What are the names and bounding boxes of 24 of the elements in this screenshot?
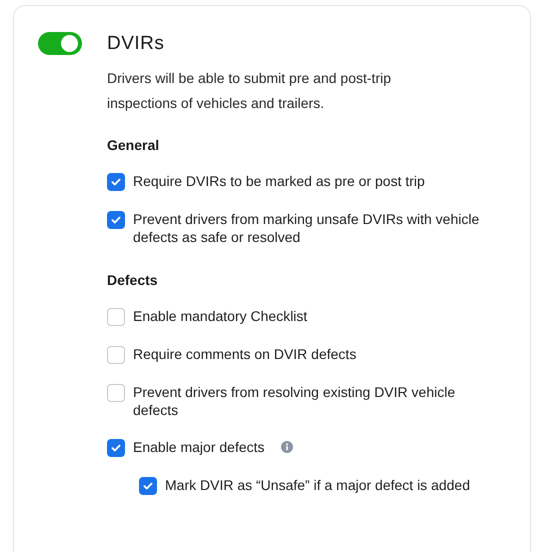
check-icon	[110, 442, 122, 454]
section-heading: Defects	[107, 271, 159, 289]
checkbox[interactable]	[107, 384, 125, 402]
checkbox-label: Mark DVIR as “Unsafe” if a major defect is added	[165, 476, 472, 494]
setting-title: DVIRs	[107, 32, 166, 56]
info-icon[interactable]	[280, 441, 293, 453]
checkbox-label: Enable major defects	[133, 438, 265, 456]
section-heading: General	[107, 136, 160, 154]
checkbox[interactable]	[107, 211, 125, 229]
check-icon	[110, 214, 122, 226]
setting-description: Drivers will be able to submit pre and post-trip inspections of vehicles and trailers.	[107, 69, 392, 113]
checkbox[interactable]	[107, 346, 125, 364]
checkbox-label: Require comments on DVIR defects	[133, 345, 358, 363]
check-icon	[142, 480, 154, 492]
checkbox[interactable]	[107, 439, 125, 457]
checkbox[interactable]	[139, 477, 157, 495]
checkbox-label: Enable mandatory Checklist	[133, 307, 308, 325]
checkbox-label: Prevent drivers from resolving existing DVIR vehicle defects	[133, 383, 456, 419]
checkbox[interactable]	[107, 173, 125, 191]
check-icon	[110, 176, 122, 188]
checkbox[interactable]	[107, 308, 125, 326]
checkbox-label: Require DVIRs to be marked as pre or post trip	[133, 172, 426, 190]
checkbox-label: Prevent drivers from marking unsafe DVIRs with vehicle defects as safe or resolved	[133, 210, 480, 246]
toggle-switch[interactable]	[38, 32, 82, 55]
